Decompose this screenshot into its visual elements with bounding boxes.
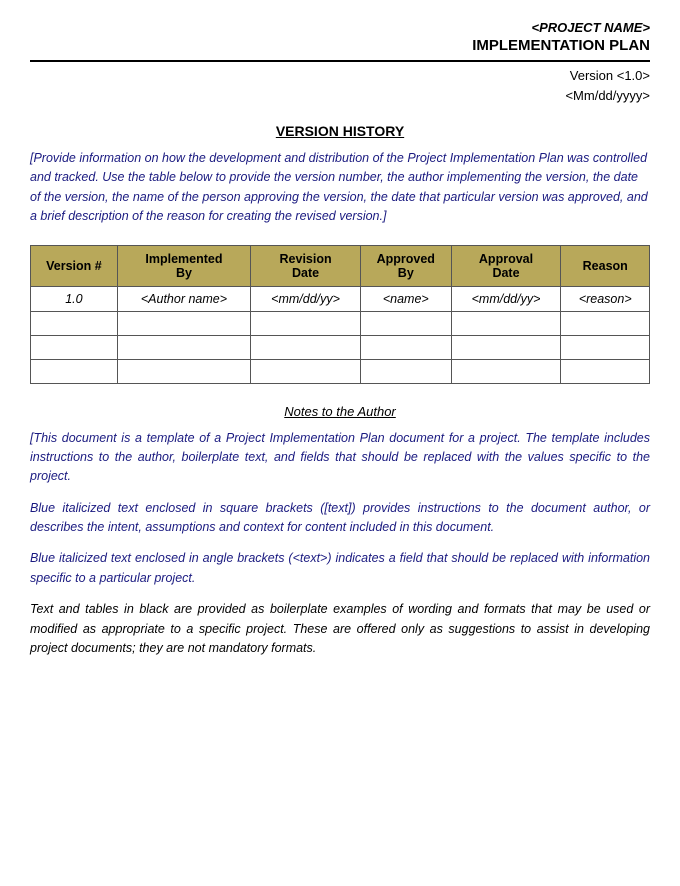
note-block: [This document is a template of a Projec… <box>30 429 650 487</box>
table-cell <box>451 335 561 359</box>
col-approval-date: ApprovalDate <box>451 245 561 286</box>
col-approved-by: ApprovedBy <box>361 245 452 286</box>
note-block: Blue italicized text enclosed in square … <box>30 499 650 538</box>
project-name: <PROJECT NAME> <box>30 20 650 35</box>
table-cell <box>31 311 118 335</box>
note-block: Blue italicized text enclosed in angle b… <box>30 549 650 588</box>
table-cell: 1.0 <box>31 286 118 311</box>
col-version: Version # <box>31 245 118 286</box>
notes-title: Notes to the Author <box>30 404 650 419</box>
table-cell: <reason> <box>561 286 650 311</box>
col-revision-date: RevisionDate <box>251 245 361 286</box>
table-cell <box>451 359 561 383</box>
table-cell <box>361 335 452 359</box>
header-divider <box>30 60 650 62</box>
table-cell: <Author name> <box>117 286 250 311</box>
table-cell <box>561 311 650 335</box>
table-cell <box>117 311 250 335</box>
table-row <box>31 311 650 335</box>
note-block: Text and tables in black are provided as… <box>30 600 650 658</box>
table-cell <box>251 359 361 383</box>
table-cell: <mm/dd/yy> <box>451 286 561 311</box>
table-cell <box>117 359 250 383</box>
section-title: VERSION HISTORY <box>30 123 650 139</box>
table-cell <box>361 359 452 383</box>
table-cell <box>31 359 118 383</box>
table-cell <box>561 335 650 359</box>
table-cell <box>117 335 250 359</box>
col-reason: Reason <box>561 245 650 286</box>
table-row <box>31 335 650 359</box>
table-header-row: Version # ImplementedBy RevisionDate App… <box>31 245 650 286</box>
table-cell <box>361 311 452 335</box>
notes-container: [This document is a template of a Projec… <box>30 429 650 659</box>
table-cell <box>251 311 361 335</box>
version-info: Version <1.0> <Mm/dd/yyyy> <box>30 66 650 105</box>
date-label: <Mm/dd/yyyy> <box>30 86 650 106</box>
version-label: Version <1.0> <box>30 66 650 86</box>
version-history-table: Version # ImplementedBy RevisionDate App… <box>30 245 650 384</box>
version-description: [Provide information on how the developm… <box>30 149 650 227</box>
table-row: 1.0<Author name><mm/dd/yy><name><mm/dd/y… <box>31 286 650 311</box>
table-cell: <name> <box>361 286 452 311</box>
table-row <box>31 359 650 383</box>
col-implemented-by: ImplementedBy <box>117 245 250 286</box>
table-cell <box>251 335 361 359</box>
doc-title: IMPLEMENTATION PLAN <box>30 37 650 54</box>
document-header: <PROJECT NAME> IMPLEMENTATION PLAN <box>30 20 650 54</box>
table-cell <box>561 359 650 383</box>
table-cell: <mm/dd/yy> <box>251 286 361 311</box>
table-cell <box>31 335 118 359</box>
table-cell <box>451 311 561 335</box>
